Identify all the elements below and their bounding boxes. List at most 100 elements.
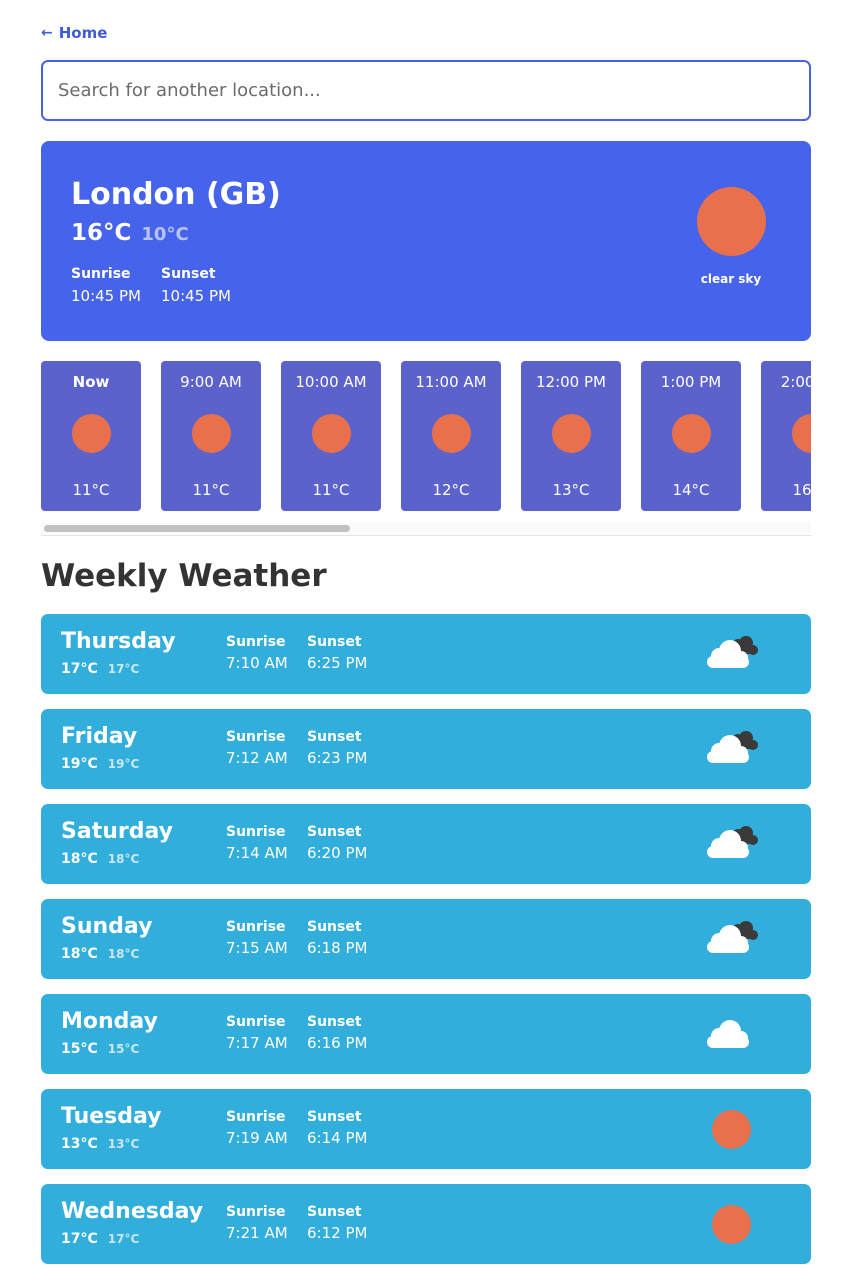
day-sunrise: Sunrise 7:14 AM: [226, 824, 288, 862]
day-temp-max: 13°C: [61, 1136, 98, 1152]
home-link-label: Home: [58, 24, 108, 42]
day-sunrise: Sunrise 7:12 AM: [226, 729, 288, 767]
day-temp-min: 18°C: [107, 852, 140, 866]
current-sun-times: Sunrise 10:45 PM Sunset 10:45 PM: [71, 266, 231, 305]
hourly-card: 1:00 PM 14°C: [641, 361, 741, 511]
hourly-time: 9:00 AM: [180, 373, 242, 391]
sun-icon: [712, 1110, 751, 1149]
sunrise-value: 7:10 AM: [226, 654, 288, 672]
hourly-time: 11:00 AM: [415, 373, 487, 391]
day-row: Thursday 17°C 17°C Sunrise 7:10 AM Sunset 6:25…: [41, 614, 811, 694]
day-temp-max: 18°C: [61, 946, 98, 962]
sunset-value: 10:45 PM: [160, 287, 231, 305]
sunset-value: 6:20 PM: [307, 844, 368, 862]
hourly-scrollbar[interactable]: [41, 523, 811, 534]
hourly-time: 10:00 AM: [295, 373, 367, 391]
hourly-temp: 13°C: [552, 481, 590, 499]
current-sunset: Sunset 10:45 PM: [161, 266, 231, 305]
hourly-temp: 14°C: [672, 481, 710, 499]
day-temp-min: 18°C: [107, 947, 140, 961]
day-temps: 19°C 19°C: [61, 756, 139, 772]
broken-clouds-icon: [701, 824, 761, 864]
sun-icon: [792, 414, 811, 453]
sunset-label: Sunset: [307, 1109, 362, 1125]
sunrise-value: 10:45 PM: [71, 287, 141, 305]
sunrise-label: Sunrise: [226, 634, 286, 650]
sunset-value: 6:14 PM: [307, 1129, 368, 1147]
scrollbar-thumb[interactable]: [44, 525, 350, 532]
day-sunset: Sunset 6:25 PM: [307, 634, 367, 672]
weekly-title-bold: Weekly: [41, 558, 168, 594]
day-name: Sunday: [61, 914, 153, 939]
sunrise-value: 7:14 AM: [226, 844, 288, 862]
hourly-time: 12:00 PM: [536, 373, 606, 391]
day-sunset: Sunset 6:23 PM: [307, 729, 367, 767]
sun-icon: [697, 187, 766, 256]
hourly-temp: 11°C: [192, 481, 230, 499]
day-row: Tuesday 13°C 13°C Sunrise 7:19 AM Sunset 6:14 …: [41, 1089, 811, 1169]
broken-clouds-icon: [701, 729, 761, 769]
sunrise-label: Sunrise: [71, 266, 131, 282]
sunset-label: Sunset: [307, 1204, 362, 1220]
weekly-title-rest: Weather: [178, 558, 327, 594]
day-temps: 15°C 15°C: [61, 1041, 139, 1057]
current-weather-card: London (GB) 16°C 10°C Sunrise 10:45 PM S…: [41, 141, 811, 341]
sun-icon: [72, 414, 111, 453]
day-row: Wednesday 17°C 17°C Sunrise 7:21 AM Sunset 6:1…: [41, 1184, 811, 1264]
day-sunset: Sunset 6:12 PM: [307, 1204, 367, 1242]
day-sunrise: Sunrise 7:19 AM: [226, 1109, 288, 1147]
day-name: Friday: [61, 724, 138, 749]
day-temp-max: 18°C: [61, 851, 98, 867]
sunset-value: 6:18 PM: [307, 939, 368, 957]
home-link[interactable]: ← Home: [41, 24, 107, 42]
hourly-temp: 11°C: [312, 481, 350, 499]
hourly-card: 10:00 AM 11°C: [281, 361, 381, 511]
search-input[interactable]: [41, 60, 811, 121]
day-name: Monday: [61, 1009, 158, 1034]
day-row: Friday 19°C 19°C Sunrise 7:12 AM Sunset 6:23 P…: [41, 709, 811, 789]
sunset-label: Sunset: [307, 634, 362, 650]
sun-icon: [312, 414, 351, 453]
hourly-temp: 16°C: [792, 481, 811, 499]
sunset-value: 6:23 PM: [307, 749, 368, 767]
day-sunrise: Sunrise 7:15 AM: [226, 919, 288, 957]
sunrise-label: Sunrise: [226, 1014, 286, 1030]
sunrise-value: 7:12 AM: [226, 749, 288, 767]
sunrise-label: Sunrise: [226, 919, 286, 935]
weather-description: clear sky: [700, 272, 762, 286]
sunrise-label: Sunrise: [226, 824, 286, 840]
hourly-forecast[interactable]: Now 11°C 9:00 AM 11°C 10:00 AM 11°C 11:00 AM 12…: [41, 361, 811, 536]
day-temp-max: 19°C: [61, 756, 98, 772]
day-sunset: Sunset 6:14 PM: [307, 1109, 367, 1147]
day-name: Thursday: [61, 629, 176, 654]
day-temps: 18°C 18°C: [61, 946, 139, 962]
weekly-title: Weekly Weather: [41, 558, 327, 594]
sunrise-value: 7:19 AM: [226, 1129, 288, 1147]
sunset-label: Sunset: [160, 266, 216, 282]
sunset-label: Sunset: [307, 729, 362, 745]
day-sunset: Sunset 6:16 PM: [307, 1014, 367, 1052]
hourly-card: 12:00 PM 13°C: [521, 361, 621, 511]
day-temp-max: 17°C: [61, 1231, 98, 1247]
day-temps: 13°C 13°C: [61, 1136, 139, 1152]
hourly-time: Now: [72, 373, 110, 391]
hourly-strip: Now 11°C 9:00 AM 11°C 10:00 AM 11°C 11:00 AM 12…: [41, 361, 811, 511]
sunrise-value: 7:15 AM: [226, 939, 288, 957]
hourly-time: 2:00 PM: [780, 373, 811, 391]
sunrise-label: Sunrise: [226, 729, 286, 745]
broken-clouds-icon: [701, 634, 761, 674]
day-name: Tuesday: [61, 1104, 162, 1129]
day-temps: 17°C 17°C: [61, 1231, 139, 1247]
day-row: Monday 15°C 15°C Sunrise 7:17 AM Sunset 6:16 P…: [41, 994, 811, 1074]
cloud-icon: [701, 1014, 761, 1054]
day-sunset: Sunset 6:18 PM: [307, 919, 367, 957]
hourly-time: 1:00 PM: [660, 373, 722, 391]
sunset-value: 6:16 PM: [307, 1034, 368, 1052]
sunset-label: Sunset: [307, 919, 362, 935]
day-sunset: Sunset 6:20 PM: [307, 824, 367, 862]
hourly-card: 9:00 AM 11°C: [161, 361, 261, 511]
current-temp-min: 10°C: [141, 224, 189, 245]
hourly-temp: 12°C: [432, 481, 470, 499]
day-temp-max: 15°C: [61, 1041, 98, 1057]
city-name: London (GB): [71, 177, 281, 212]
